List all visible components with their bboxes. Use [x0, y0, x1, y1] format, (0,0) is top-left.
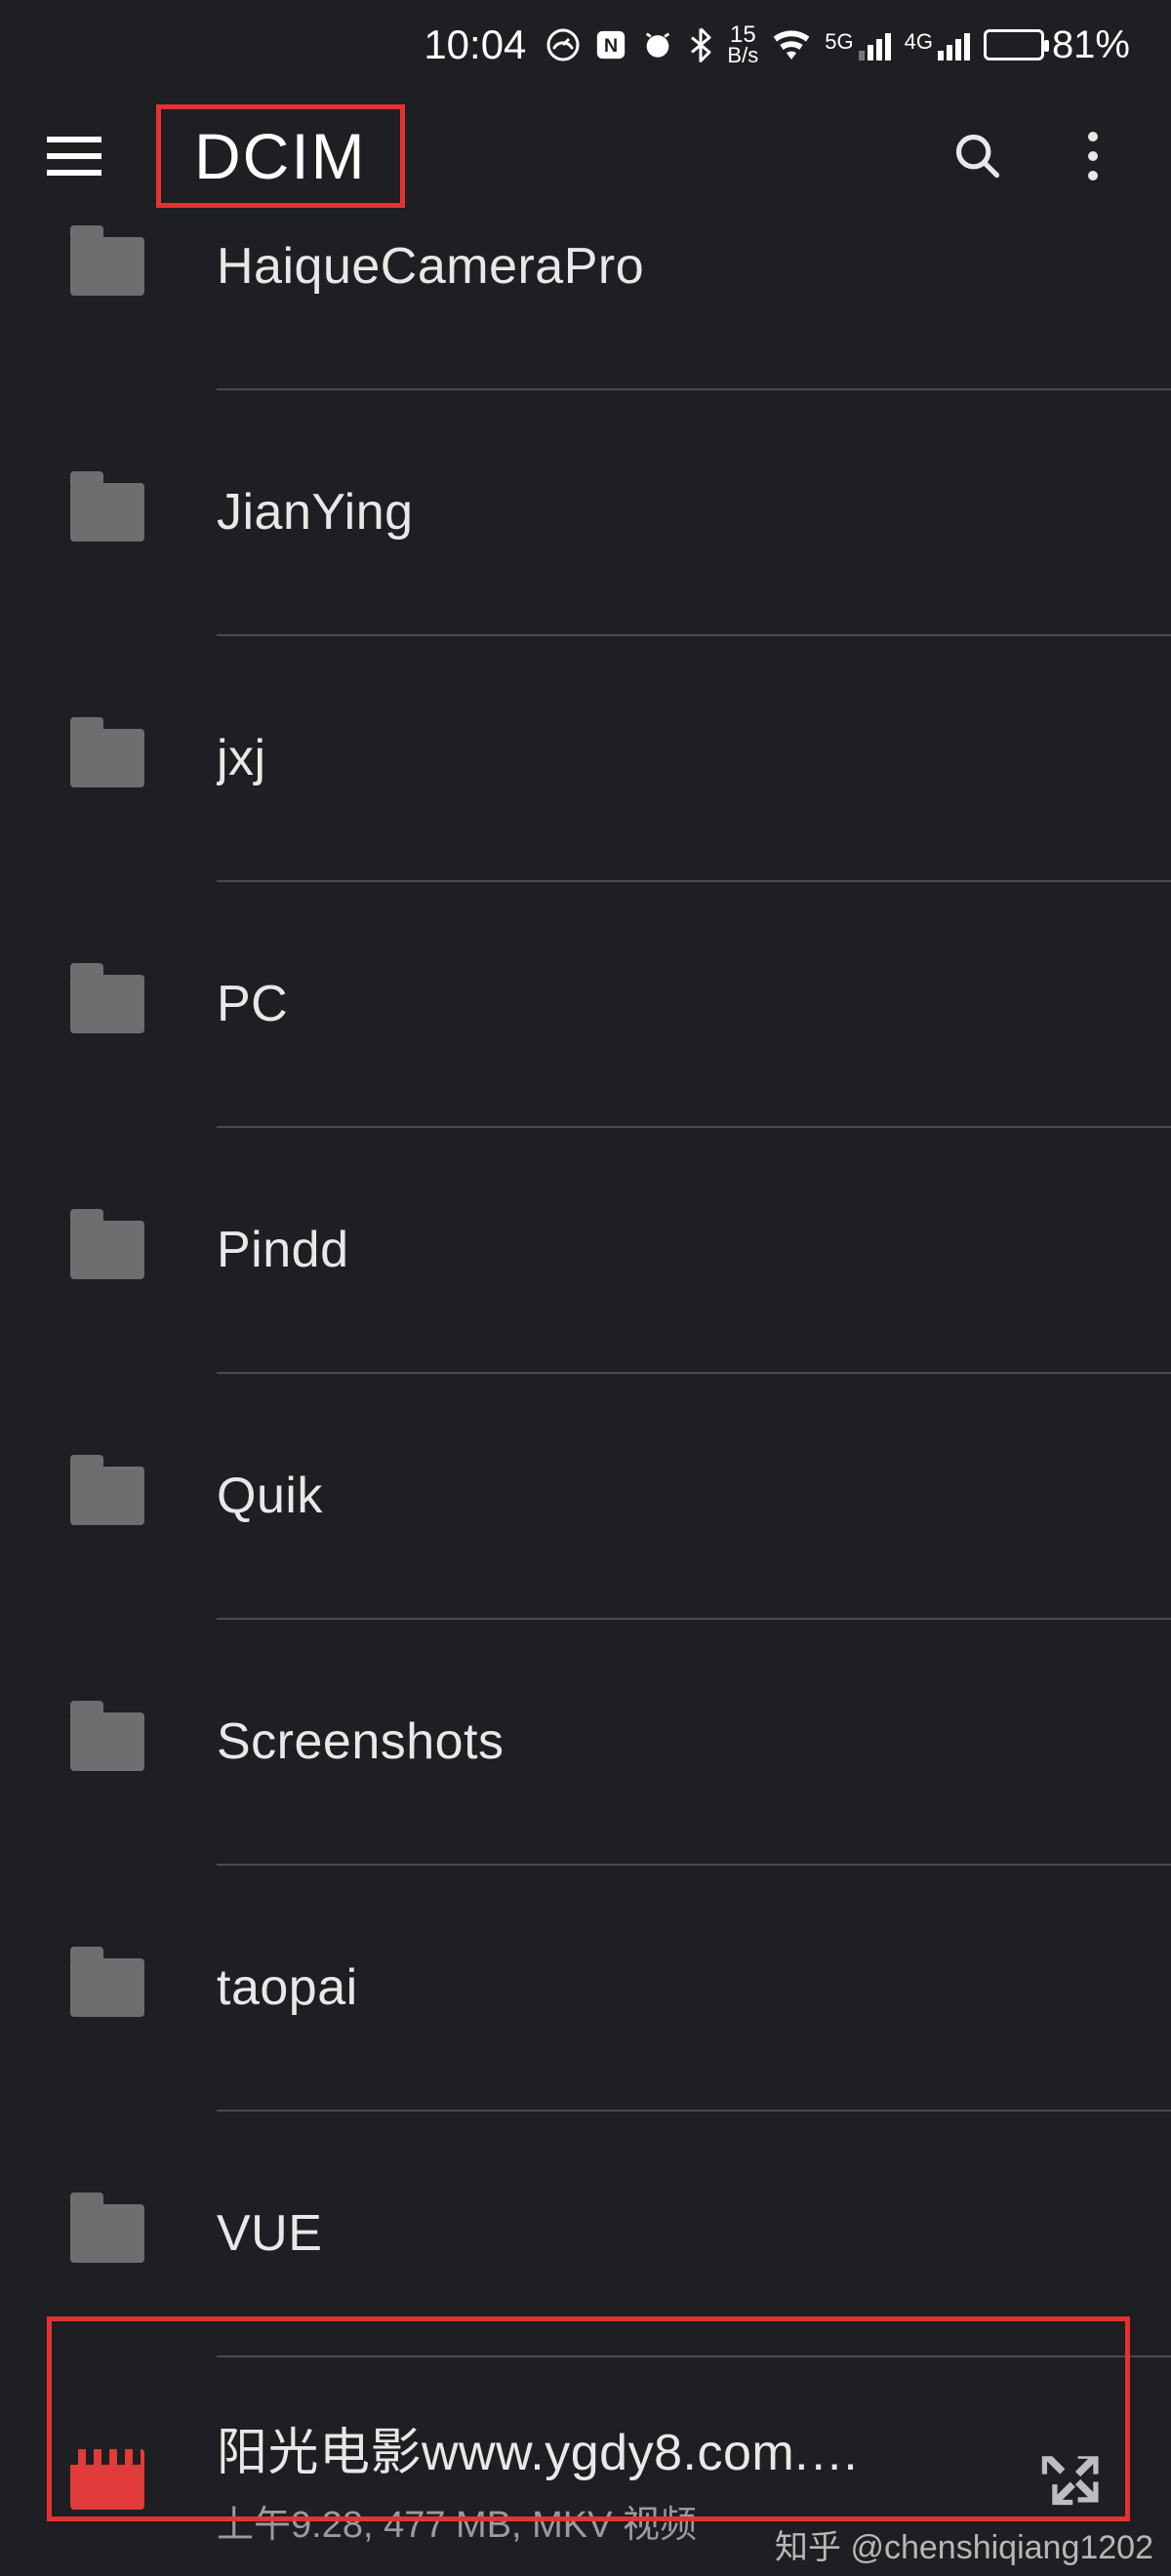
- folder-row[interactable]: Pindd: [0, 1128, 1171, 1372]
- svg-text:N: N: [604, 35, 618, 57]
- folder-icon: [70, 2204, 144, 2263]
- file-list[interactable]: HaiqueCameraPro JianYing jxj PC Pindd Quik Scr…: [0, 222, 1171, 2576]
- item-name: taopai: [217, 1958, 1124, 2017]
- nfc-icon: N: [594, 28, 627, 61]
- item-name: JianYing: [217, 483, 1124, 542]
- folder-row[interactable]: Quik: [0, 1374, 1171, 1618]
- item-name: jxj: [217, 729, 1124, 787]
- status-bar: 10:04 N 15 B/s 5G 4G 81%: [0, 0, 1171, 90]
- folder-row[interactable]: VUE: [0, 2112, 1171, 2355]
- item-name: PC: [217, 975, 1124, 1033]
- item-name: 阳光电影www.ygdy8.com.…: [217, 2411, 1027, 2484]
- signal-5g-icon: 5G: [825, 29, 890, 60]
- speed-icon: [545, 27, 581, 62]
- wifi-icon: [772, 29, 811, 60]
- folder-row[interactable]: JianYing: [0, 390, 1171, 634]
- folder-icon: [70, 729, 144, 787]
- watermark: 知乎 @chenshiqiang1202: [775, 2520, 1153, 2568]
- folder-icon: [70, 1221, 144, 1279]
- folder-row[interactable]: taopai: [0, 1866, 1171, 2110]
- folder-row[interactable]: PC: [0, 882, 1171, 1126]
- app-toolbar: DCIM: [0, 90, 1171, 222]
- folder-icon: [70, 1467, 144, 1525]
- menu-button[interactable]: [47, 129, 101, 183]
- video-file-icon: [70, 2449, 144, 2510]
- alarm-icon: [641, 28, 674, 61]
- folder-row[interactable]: jxj: [0, 636, 1171, 880]
- item-name: VUE: [217, 2204, 1124, 2263]
- folder-row[interactable]: Screenshots: [0, 1620, 1171, 1864]
- item-name: Screenshots: [217, 1712, 1124, 1771]
- search-button[interactable]: [939, 117, 1017, 195]
- bluetooth-icon: [688, 27, 713, 62]
- folder-icon: [70, 237, 144, 296]
- folder-icon: [70, 1958, 144, 2017]
- item-name: Pindd: [217, 1221, 1124, 1279]
- folder-row[interactable]: HaiqueCameraPro: [0, 222, 1171, 388]
- fullscreen-icon: [1041, 2445, 1110, 2514]
- folder-icon: [70, 1712, 144, 1771]
- folder-icon: [70, 483, 144, 542]
- item-name: HaiqueCameraPro: [217, 237, 1124, 296]
- item-name: Quik: [217, 1467, 1124, 1525]
- more-vert-icon: [1088, 132, 1098, 181]
- more-button[interactable]: [1054, 117, 1132, 195]
- fullscreen-button[interactable]: [1027, 2445, 1124, 2514]
- clock: 10:04: [424, 21, 526, 68]
- signal-4g-icon: 4G: [905, 29, 970, 60]
- title-highlight-box: DCIM: [156, 104, 405, 208]
- page-title: DCIM: [194, 119, 367, 193]
- battery-icon: 81%: [984, 23, 1130, 67]
- folder-icon: [70, 975, 144, 1033]
- data-rate-icon: 15 B/s: [727, 24, 758, 64]
